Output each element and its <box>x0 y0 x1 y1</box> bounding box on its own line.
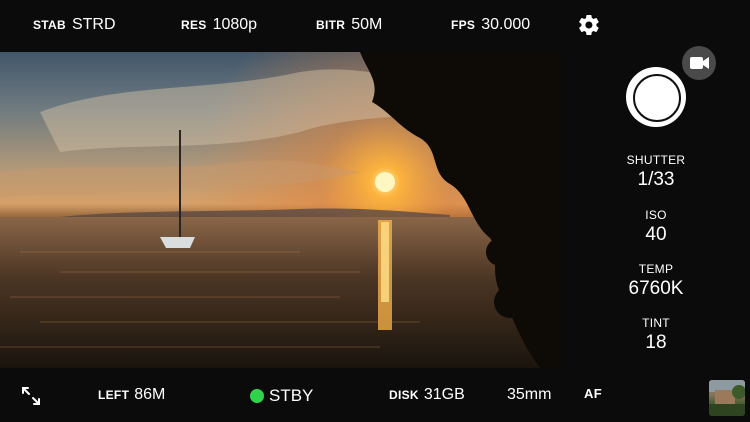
iso-label: ISO <box>645 208 667 222</box>
iso-param[interactable]: ISO 40 <box>600 208 712 246</box>
bitr-label: BITR <box>316 18 346 32</box>
shutter-label: SHUTTER <box>626 153 686 167</box>
stabilization-setting[interactable]: STAB STRD <box>33 16 116 34</box>
focal-value: 35mm <box>507 386 552 403</box>
stab-label: STAB <box>33 18 66 32</box>
disk-indicator: DISK 31GB <box>389 386 465 404</box>
focus-mode-label: AF <box>584 386 602 401</box>
disk-value: 31GB <box>423 386 465 403</box>
expand-icon[interactable] <box>19 384 43 408</box>
bitr-value: 50M <box>351 16 383 33</box>
fps-label: FPS <box>451 18 476 32</box>
shutter-value: 1/33 <box>637 169 675 190</box>
time-left-indicator: LEFT 86M <box>98 386 165 404</box>
disk-label: DISK <box>389 388 419 402</box>
tint-label: TINT <box>642 316 670 330</box>
focal-length[interactable]: 35mm <box>507 386 551 404</box>
resolution-setting[interactable]: RES 1080p <box>181 16 257 34</box>
tint-value: 18 <box>645 332 667 353</box>
tint-param[interactable]: TINT 18 <box>600 316 712 354</box>
res-value: 1080p <box>212 16 258 33</box>
left-value: 86M <box>134 386 166 403</box>
video-camera-icon <box>690 57 709 69</box>
camera-mode-button[interactable] <box>682 46 716 80</box>
stab-value: STRD <box>71 16 116 33</box>
bitrate-setting[interactable]: BITR 50M <box>316 16 382 34</box>
temp-label: TEMP <box>638 262 674 276</box>
viewfinder-image <box>0 52 561 368</box>
record-circle-icon <box>633 74 681 122</box>
camera-viewfinder[interactable] <box>0 52 561 368</box>
thumbnail-image <box>709 380 745 416</box>
temp-value: 6760K <box>628 278 684 299</box>
status-text: STBY <box>269 386 314 405</box>
record-button[interactable] <box>626 67 686 127</box>
top-bar: STAB STRD RES 1080p BITR 50M FPS 30.000 <box>0 0 750 52</box>
res-label: RES <box>181 18 207 32</box>
fps-setting[interactable]: FPS 30.000 <box>451 16 530 34</box>
fps-value: 30.000 <box>481 16 531 33</box>
status-dot-icon <box>250 389 264 403</box>
left-label: LEFT <box>98 388 130 402</box>
focus-mode[interactable]: AF <box>584 386 602 401</box>
recording-status: STBY <box>250 386 313 406</box>
temp-param[interactable]: TEMP 6760K <box>600 262 712 300</box>
gear-icon[interactable] <box>577 13 601 37</box>
iso-value: 40 <box>645 224 667 245</box>
shutter-param[interactable]: SHUTTER 1/33 <box>600 153 712 191</box>
gallery-thumbnail[interactable] <box>709 380 745 416</box>
